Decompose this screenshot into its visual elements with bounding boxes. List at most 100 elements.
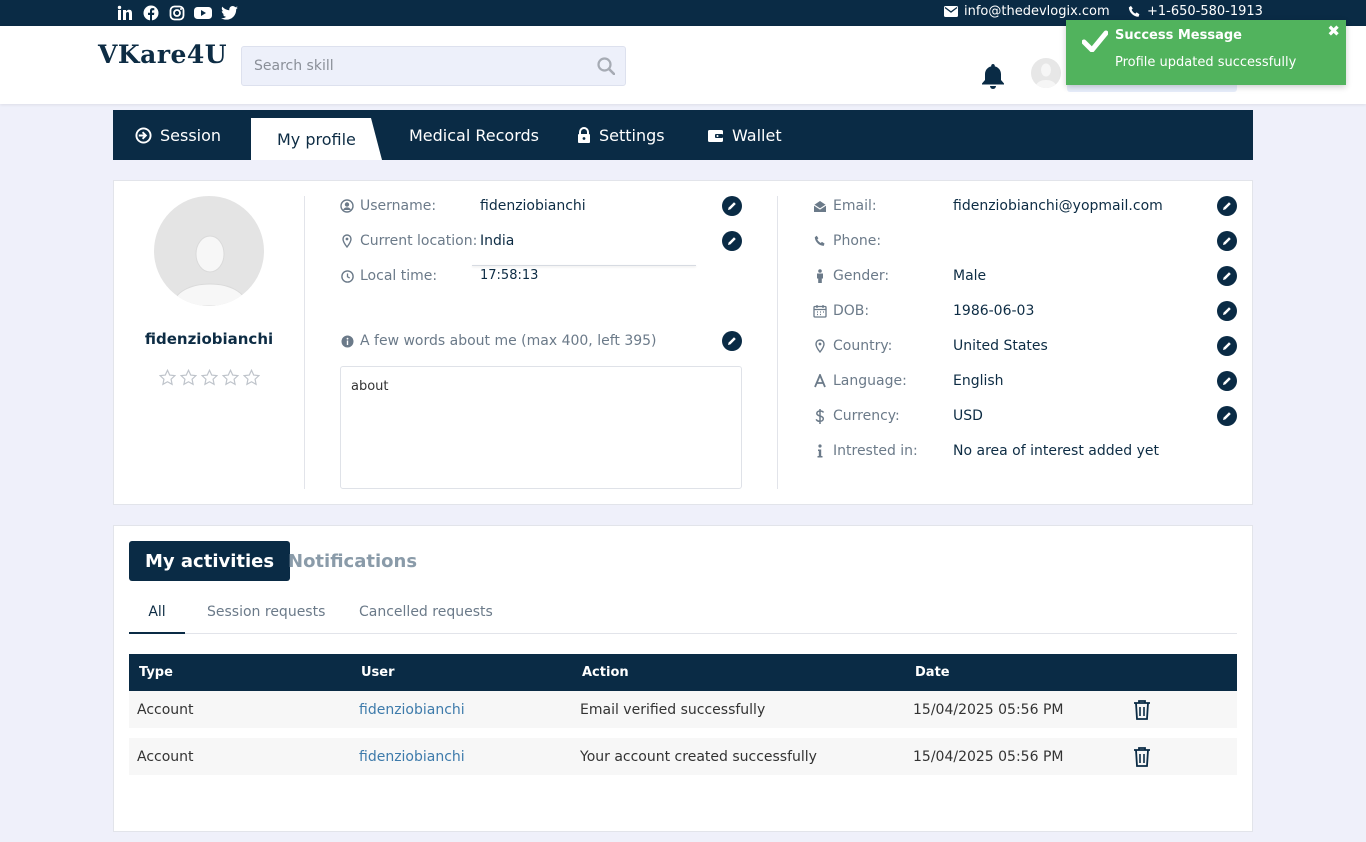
search-icon[interactable] [597,57,616,79]
row-user-link[interactable]: fidenziobianchi [359,749,465,765]
pencil-icon [1223,272,1231,280]
row-type: Account [137,749,194,765]
font-letter-icon [813,374,827,388]
youtube-icon[interactable] [194,4,212,22]
logo[interactable]: VKare4U [98,40,227,69]
edit-currency-button[interactable] [1217,406,1237,426]
edit-username-button[interactable] [722,196,742,216]
divider [777,196,778,489]
bell-icon[interactable] [980,62,1006,94]
dollar-icon [813,408,827,424]
row-date: 15/04/2025 05:56 PM [913,702,1064,718]
tab-notifications[interactable]: Notifications [272,541,433,581]
profile-avatar[interactable] [154,196,264,306]
pencil-icon [728,237,736,245]
star-empty-icon[interactable] [222,369,239,386]
edit-location-button[interactable] [722,231,742,251]
user-avatar[interactable] [1031,58,1061,88]
local-time-label: Local time: [360,268,438,284]
clock-icon [340,269,354,283]
edit-email-button[interactable] [1217,196,1237,216]
subtab-all[interactable]: All [129,604,185,634]
facebook-icon[interactable] [142,4,160,22]
linkedin-icon[interactable] [116,4,134,22]
close-icon[interactable]: ✖ [1327,22,1340,40]
row-action: Your account created successfully [580,749,817,765]
edit-dob-button[interactable] [1217,301,1237,321]
col-user: User [361,665,395,680]
interest-label: Intrested in: [833,443,918,459]
info-circle-icon [340,334,354,348]
dob-value: 1986-06-03 [953,303,1035,319]
location-label: Current location: [360,233,478,249]
phone-icon [1128,5,1140,17]
calendar-icon [813,304,827,318]
subtab-cancelled-requests[interactable]: Cancelled requests [359,604,493,634]
activity-subtabs: All Session requests Cancelled requests [129,604,1237,634]
tab-wallet[interactable]: Wallet [707,110,782,160]
row-date: 15/04/2025 05:56 PM [913,749,1064,765]
edit-gender-button[interactable] [1217,266,1237,286]
envelope-icon [944,6,958,17]
pencil-icon [728,337,736,345]
language-value: English [953,373,1004,389]
tab-my-profile-label: My profile [277,129,356,149]
currency-row: Currency: [813,406,900,426]
username-value: fidenziobianchi [480,198,586,214]
about-textarea[interactable]: about [340,366,742,489]
lock-icon [578,126,590,143]
star-empty-icon[interactable] [201,369,218,386]
pencil-icon [728,202,736,210]
success-toast: Success Message Profile updated successf… [1066,20,1346,85]
edit-language-button[interactable] [1217,371,1237,391]
pencil-icon [1223,202,1231,210]
country-value: United States [953,338,1048,354]
table-row: Account fidenziobianchi Your account cre… [129,738,1237,775]
gender-value: Male [953,268,987,284]
tab-session[interactable]: Session [135,110,221,160]
row-user-link[interactable]: fidenziobianchi [359,702,465,718]
trash-icon[interactable] [1133,746,1151,771]
toast-title: Success Message [1115,28,1242,43]
twitter-icon[interactable] [220,4,238,22]
interest-value: No area of interest added yet [953,443,1159,459]
edit-phone-button[interactable] [1217,231,1237,251]
edit-country-button[interactable] [1217,336,1237,356]
contact-phone[interactable]: +1-650-580-1913 [1128,4,1263,19]
social-links [116,4,238,22]
trash-icon[interactable] [1133,699,1151,724]
map-pin-icon [813,339,827,353]
rating-stars[interactable] [159,369,260,386]
tab-my-profile[interactable]: My profile [251,118,382,160]
tab-medical-records[interactable]: Medical Records [409,110,539,160]
pencil-icon [1223,377,1231,385]
currency-label: Currency: [833,408,900,424]
divider [304,196,305,489]
country-row: Country: [813,336,892,356]
phone-label: Phone: [833,233,882,249]
language-label: Language: [833,373,907,389]
star-empty-icon[interactable] [159,369,176,386]
info-icon [813,444,827,458]
row-action: Email verified successfully [580,702,766,718]
interest-row: Intrested in: [813,441,918,461]
contact-email[interactable]: info@thedevlogix.com [944,4,1110,19]
checkmark-icon [1081,30,1109,56]
edit-about-button[interactable] [722,331,742,351]
search-input[interactable] [242,47,572,85]
tab-my-activities[interactable]: My activities [129,541,291,581]
pencil-icon [1223,342,1231,350]
location-input-underline [472,265,696,266]
toast-message: Profile updated successfully [1115,55,1297,70]
tab-settings-label: Settings [599,125,665,145]
star-empty-icon[interactable] [180,369,197,386]
location-value: India [480,233,515,249]
subtab-session-requests[interactable]: Session requests [207,604,325,634]
tab-settings[interactable]: Settings [577,110,665,160]
email-value: fidenziobianchi@yopmail.com [953,198,1163,214]
star-empty-icon[interactable] [243,369,260,386]
pencil-icon [1223,412,1231,420]
phone-row: Phone: [813,231,881,251]
user-circle-icon [340,199,354,213]
instagram-icon[interactable] [168,4,186,22]
